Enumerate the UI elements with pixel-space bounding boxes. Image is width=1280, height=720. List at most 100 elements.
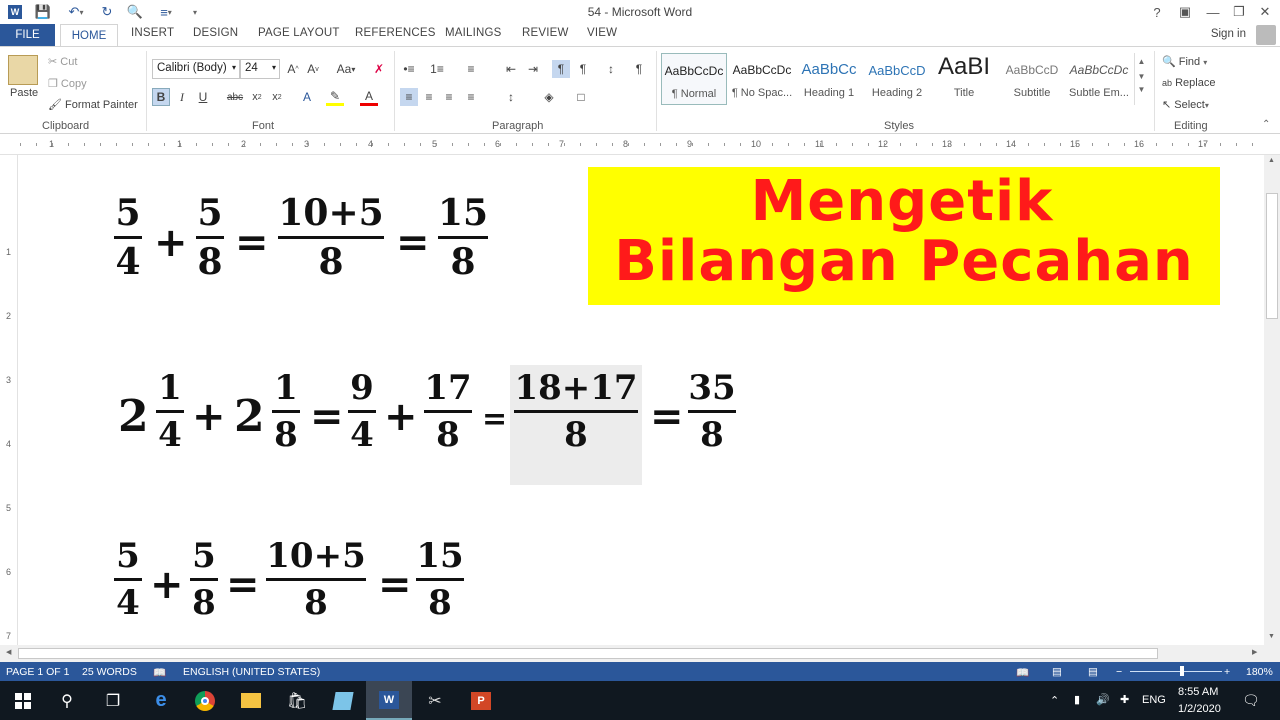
hscroll-thumb[interactable]	[18, 648, 1158, 659]
tab-home[interactable]: HOME	[60, 24, 118, 47]
tab-file[interactable]: FILE	[0, 24, 55, 46]
styles-more-icon[interactable]: ▼	[1135, 85, 1148, 94]
powerpoint-icon[interactable]: P	[458, 681, 504, 720]
vertical-scrollbar[interactable]: ▲ ▼	[1264, 155, 1280, 645]
close-icon[interactable]: ✕	[1252, 2, 1278, 22]
avatar[interactable]	[1256, 25, 1276, 45]
style-no-spacing[interactable]: AaBbCcDc ¶ No Spac...	[729, 53, 795, 105]
store-icon[interactable]: 🛍	[274, 681, 320, 720]
ltr-icon[interactable]: ¶	[552, 60, 570, 78]
notifications-icon[interactable]: 🗨	[1242, 692, 1260, 709]
app-icon[interactable]	[320, 681, 366, 720]
edge-icon[interactable]: e	[138, 681, 184, 720]
select-button[interactable]: ↖ Select▾	[1162, 98, 1209, 111]
italic-button[interactable]: I	[173, 88, 191, 106]
search-icon[interactable]: ⚲	[44, 681, 90, 720]
paste-icon[interactable]	[8, 55, 38, 85]
shrink-font-icon[interactable]: Av	[304, 60, 322, 78]
tray-expand-icon[interactable]: ⌃	[1050, 694, 1059, 707]
superscript-button[interactable]: x2	[268, 88, 286, 106]
copy-button[interactable]: ❐ Copy	[48, 77, 87, 90]
line-spacing-icon[interactable]: ↕	[502, 88, 520, 106]
subscript-button[interactable]: x2	[248, 88, 266, 106]
numbering-list-icon[interactable]: 1≡	[428, 60, 446, 78]
show-marks-icon[interactable]: ¶	[630, 60, 648, 78]
word-count[interactable]: 25 WORDS	[82, 666, 137, 678]
ribbon-display-icon[interactable]: ▣	[1172, 2, 1198, 22]
tab-review[interactable]: REVIEW	[522, 27, 569, 39]
style-normal[interactable]: AaBbCcDc ¶ Normal	[661, 53, 727, 105]
file-explorer-icon[interactable]	[228, 681, 274, 720]
scroll-up-icon[interactable]: ▲	[1268, 157, 1275, 164]
style-subtle-emphasis[interactable]: AaBbCcDc Subtle Em...	[1066, 53, 1132, 105]
styles-up-icon[interactable]: ▲	[1135, 57, 1148, 66]
strikethrough-button[interactable]: abc	[226, 88, 244, 106]
battery-icon[interactable]: ▮	[1074, 693, 1080, 706]
bold-button[interactable]: B	[152, 88, 170, 106]
restore-icon[interactable]: ❐	[1226, 2, 1252, 22]
clock-time[interactable]: 8:55 AM	[1178, 686, 1218, 698]
read-mode-icon[interactable]: 📖	[1016, 666, 1029, 679]
align-center-icon[interactable]: ≡	[420, 88, 438, 106]
borders-icon[interactable]: □	[572, 88, 590, 106]
align-right-icon[interactable]: ≡	[440, 88, 458, 106]
grow-font-icon[interactable]: A ^	[284, 60, 302, 78]
highlight-icon[interactable]: ✎	[326, 88, 344, 106]
network-icon[interactable]: ✚	[1120, 693, 1129, 706]
tab-insert[interactable]: INSERT	[131, 27, 174, 39]
horizontal-ruler[interactable]: 11234567891011121314151617	[0, 135, 1280, 155]
tab-design[interactable]: DESIGN	[193, 27, 238, 39]
horizontal-scrollbar[interactable]: ◀ ▶	[0, 645, 1280, 662]
vertical-ruler[interactable]: 1 2 3 4 5 6 7	[0, 155, 18, 645]
cut-button[interactable]: ✂ Cut	[48, 55, 77, 68]
tab-references[interactable]: REFERENCES	[355, 27, 436, 39]
bullets-icon[interactable]: •≡	[400, 60, 418, 78]
page-count[interactable]: PAGE 1 OF 1	[6, 666, 69, 678]
rtl-icon[interactable]: ¶	[574, 60, 592, 78]
snipping-tool-icon[interactable]: ✂	[412, 681, 458, 720]
minimize-icon[interactable]: —	[1200, 2, 1226, 22]
format-painter-button[interactable]: 🖌 Format Painter	[48, 98, 138, 111]
align-left-icon[interactable]: ≡	[400, 88, 418, 106]
styles-scroll[interactable]: ▲ ▼ ▼	[1134, 53, 1148, 105]
style-title[interactable]: AaBI Title	[931, 53, 997, 105]
font-name-combo[interactable]: Calibri (Body) ▾	[152, 59, 240, 79]
task-view-icon[interactable]: ❐	[90, 681, 136, 720]
multilevel-list-icon[interactable]: ≡	[462, 60, 480, 78]
font-size-combo[interactable]: 24 ▾	[240, 59, 280, 79]
zoom-out-icon[interactable]: −	[1116, 666, 1122, 678]
collapse-ribbon-icon[interactable]: ⌃	[1262, 119, 1270, 130]
chrome-icon[interactable]	[182, 681, 228, 720]
scroll-right-icon[interactable]: ▶	[1252, 648, 1257, 656]
clock-date[interactable]: 1/2/2020	[1178, 703, 1221, 715]
scroll-left-icon[interactable]: ◀	[6, 648, 11, 656]
print-layout-icon[interactable]: ▤	[1052, 666, 1062, 678]
proofing-icon[interactable]: 📖	[153, 666, 166, 679]
help-icon[interactable]: ?	[1144, 2, 1170, 22]
volume-icon[interactable]: 🔊	[1096, 693, 1110, 706]
document-area[interactable]: 54 + 58 = 10+5 8 = 15 8 Mengetik Bilangan …	[18, 155, 1264, 645]
web-layout-icon[interactable]: ▤	[1088, 666, 1098, 678]
shading-icon[interactable]: ◈	[540, 88, 558, 106]
scroll-thumb[interactable]	[1266, 193, 1278, 319]
change-case-icon[interactable]: Aa ▾	[332, 60, 360, 78]
zoom-slider[interactable]	[1130, 671, 1222, 672]
font-color-icon[interactable]: A	[360, 88, 378, 106]
justify-icon[interactable]: ≡	[462, 88, 480, 106]
find-button[interactable]: 🔍 Find ▾	[1162, 55, 1207, 68]
tab-view[interactable]: VIEW	[587, 27, 617, 39]
paste-button[interactable]: Paste	[10, 87, 38, 99]
language[interactable]: ENGLISH (UNITED STATES)	[183, 666, 320, 678]
zoom-level[interactable]: 180%	[1246, 666, 1273, 678]
replace-button[interactable]: ab Replace	[1162, 77, 1215, 89]
style-subtitle[interactable]: AaBbCcD Subtitle	[999, 53, 1065, 105]
text-effects-icon[interactable]: A	[298, 88, 316, 106]
tab-mailings[interactable]: MAILINGS	[445, 27, 502, 39]
input-language[interactable]: ENG	[1142, 694, 1166, 706]
zoom-thumb[interactable]	[1180, 666, 1184, 676]
scroll-down-icon[interactable]: ▼	[1268, 633, 1275, 640]
underline-button[interactable]: U	[194, 88, 212, 106]
sort-icon[interactable]: ↕	[602, 60, 620, 78]
tab-page-layout[interactable]: PAGE LAYOUT	[258, 27, 340, 39]
increase-indent-icon[interactable]: ⇥	[524, 60, 542, 78]
